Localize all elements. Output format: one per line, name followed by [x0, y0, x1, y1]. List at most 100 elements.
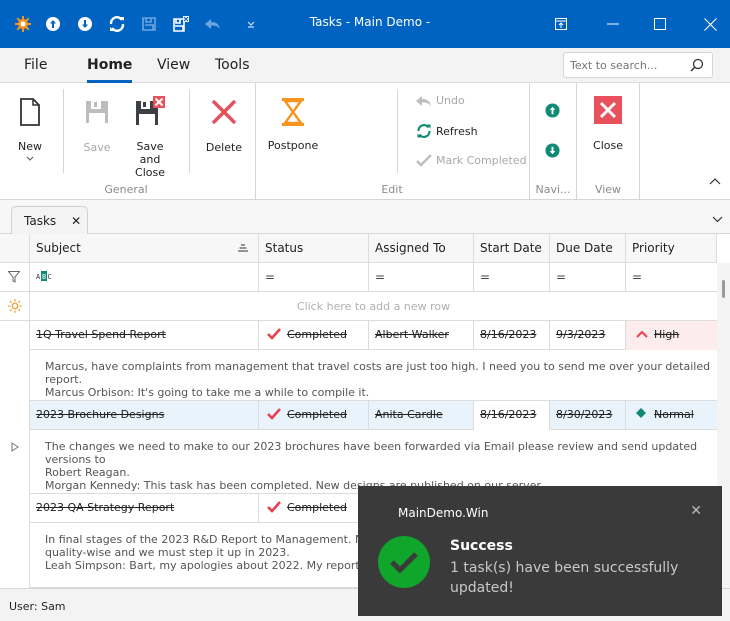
cell-priority[interactable]: Normal	[626, 401, 717, 430]
chevron-down-icon	[712, 216, 723, 223]
column-subject-label: Subject	[36, 241, 81, 255]
postpone-button[interactable]: Postpone	[268, 97, 318, 152]
mark-completed-label: Mark Completed	[436, 153, 527, 167]
filter-row-indicator	[0, 263, 30, 292]
filter-start-date[interactable]: =	[474, 263, 550, 292]
column-header-priority[interactable]: Priority	[626, 234, 717, 263]
group-label-general: General	[104, 183, 148, 196]
cell-due-date[interactable]: 9/3/2023	[550, 321, 626, 350]
close-tab-icon[interactable]: ✕	[71, 214, 81, 228]
cell-subject[interactable]: 1Q Travel Spend Report	[30, 321, 259, 350]
cell-status[interactable]: Completed	[259, 321, 369, 350]
cell-priority[interactable]: High	[626, 321, 717, 350]
sort-ascending-icon	[238, 234, 248, 263]
column-header-due-date[interactable]: Due Date	[550, 234, 626, 263]
success-check-icon	[378, 536, 430, 588]
status-text: Completed	[287, 328, 347, 341]
toast-title: Success	[450, 538, 513, 554]
save-and-close-icon	[136, 96, 165, 125]
new-item-row[interactable]: Click here to add a new row	[0, 292, 717, 321]
refresh-button[interactable]: Refresh	[416, 123, 478, 139]
cell-assigned-to[interactable]: Albert Walker	[369, 321, 474, 350]
menu-file[interactable]: File	[24, 57, 47, 73]
column-header-assigned-to[interactable]: Assigned To	[369, 234, 474, 263]
undo-button[interactable]: Undo	[416, 94, 465, 107]
filter-assigned-to[interactable]: =	[369, 263, 474, 292]
close-icon	[594, 96, 622, 124]
save-and-close-button[interactable]: Save and Close	[125, 96, 175, 179]
collapse-ribbon-button[interactable]	[709, 174, 721, 188]
cell-due-date[interactable]: 8/30/2023	[550, 401, 626, 430]
group-label-edit: Edit	[381, 183, 403, 196]
tab-list-dropdown[interactable]	[712, 212, 723, 226]
maximize-button[interactable]	[645, 10, 675, 38]
table-row[interactable]: 1Q Travel Spend Report Completed Albert …	[30, 321, 717, 350]
refresh-icon	[417, 124, 431, 138]
mark-completed-button[interactable]: Mark Completed	[416, 153, 527, 167]
new-row-sun-icon	[7, 299, 22, 313]
group-separator	[255, 83, 256, 200]
toast-app-name: MainDemo.Win	[398, 506, 489, 520]
separator	[63, 89, 64, 173]
filter-due-date[interactable]: =	[550, 263, 626, 292]
toast-close-icon[interactable]: ✕	[690, 503, 702, 519]
delete-button[interactable]: Delete	[205, 99, 243, 154]
header-indicator	[0, 234, 30, 263]
previous-record-button[interactable]	[545, 103, 560, 121]
cell-start-date-focused[interactable]: 8/16/2023	[474, 401, 550, 430]
save-button[interactable]: Save	[80, 99, 114, 154]
search-icon[interactable]	[690, 58, 704, 75]
cell-status[interactable]: Completed	[259, 401, 369, 430]
cell-subject[interactable]: 2023 Brochure Designs	[30, 401, 259, 430]
column-header-subject[interactable]: Subject	[30, 234, 259, 263]
table-row-selected[interactable]: 2023 Brochure Designs Completed Anita Ca…	[30, 401, 717, 430]
cell-status[interactable]: Completed	[259, 494, 369, 523]
priority-text: Normal	[654, 408, 694, 421]
new-button[interactable]: New	[14, 98, 46, 162]
new-document-icon	[20, 98, 40, 126]
column-header-status[interactable]: Status	[259, 234, 369, 263]
filter-status[interactable]: =	[259, 263, 369, 292]
svg-text:C: C	[48, 273, 52, 281]
delete-icon	[211, 99, 237, 125]
close-window-button[interactable]	[695, 10, 725, 38]
save-icon	[86, 101, 108, 123]
search-box[interactable]	[563, 52, 713, 78]
close-view-button[interactable]: Close	[590, 96, 626, 152]
priority-text: High	[654, 328, 680, 341]
cell-subject[interactable]: 2023 QA Strategy Report	[30, 494, 259, 523]
minimize-button[interactable]	[598, 10, 628, 38]
priority-normal-icon	[636, 408, 646, 418]
cell-start-date[interactable]: 8/16/2023	[474, 321, 550, 350]
filter-priority[interactable]: =	[626, 263, 717, 292]
toast-notification[interactable]: MainDemo.Win ✕ Success 1 task(s) have be…	[358, 486, 722, 616]
scrollbar-thumb[interactable]	[722, 280, 725, 298]
delete-label: Delete	[205, 141, 243, 154]
menu-view[interactable]: View	[157, 57, 190, 73]
restore-layout-icon[interactable]	[546, 10, 576, 38]
filter-subject[interactable]: ABC	[30, 263, 259, 292]
title-bar: Tasks - Main Demo -	[0, 0, 730, 48]
chevron-up-icon	[709, 178, 721, 185]
column-header-start-date[interactable]: Start Date	[474, 234, 550, 263]
auto-filter-row: ABC = = = = =	[0, 263, 717, 292]
grid-header: Subject Status Assigned To Start Date Du…	[0, 234, 717, 263]
next-record-button[interactable]	[545, 143, 560, 161]
row-indicator-column	[0, 321, 30, 588]
save-label: Save	[83, 141, 111, 154]
ribbon: New Save Save and Close Delete General P…	[0, 83, 730, 200]
tab-tasks[interactable]: Tasks ✕	[11, 206, 88, 235]
cell-assigned-to[interactable]: Anita Cardle	[369, 401, 474, 430]
row-preview: The changes we need to make to our 2023 …	[30, 430, 717, 494]
search-input[interactable]	[564, 53, 684, 77]
separator	[397, 89, 398, 173]
menu-tools[interactable]: Tools	[215, 57, 250, 73]
priority-high-icon	[636, 330, 648, 338]
svg-text:B: B	[42, 273, 46, 281]
filter-icon	[7, 271, 21, 283]
menu-home[interactable]: Home	[87, 57, 133, 83]
new-row-text: Click here to add a new row	[296, 300, 451, 313]
checkmark-icon	[416, 154, 432, 167]
hourglass-icon	[282, 98, 304, 126]
focused-row-indicator-icon	[11, 442, 19, 452]
